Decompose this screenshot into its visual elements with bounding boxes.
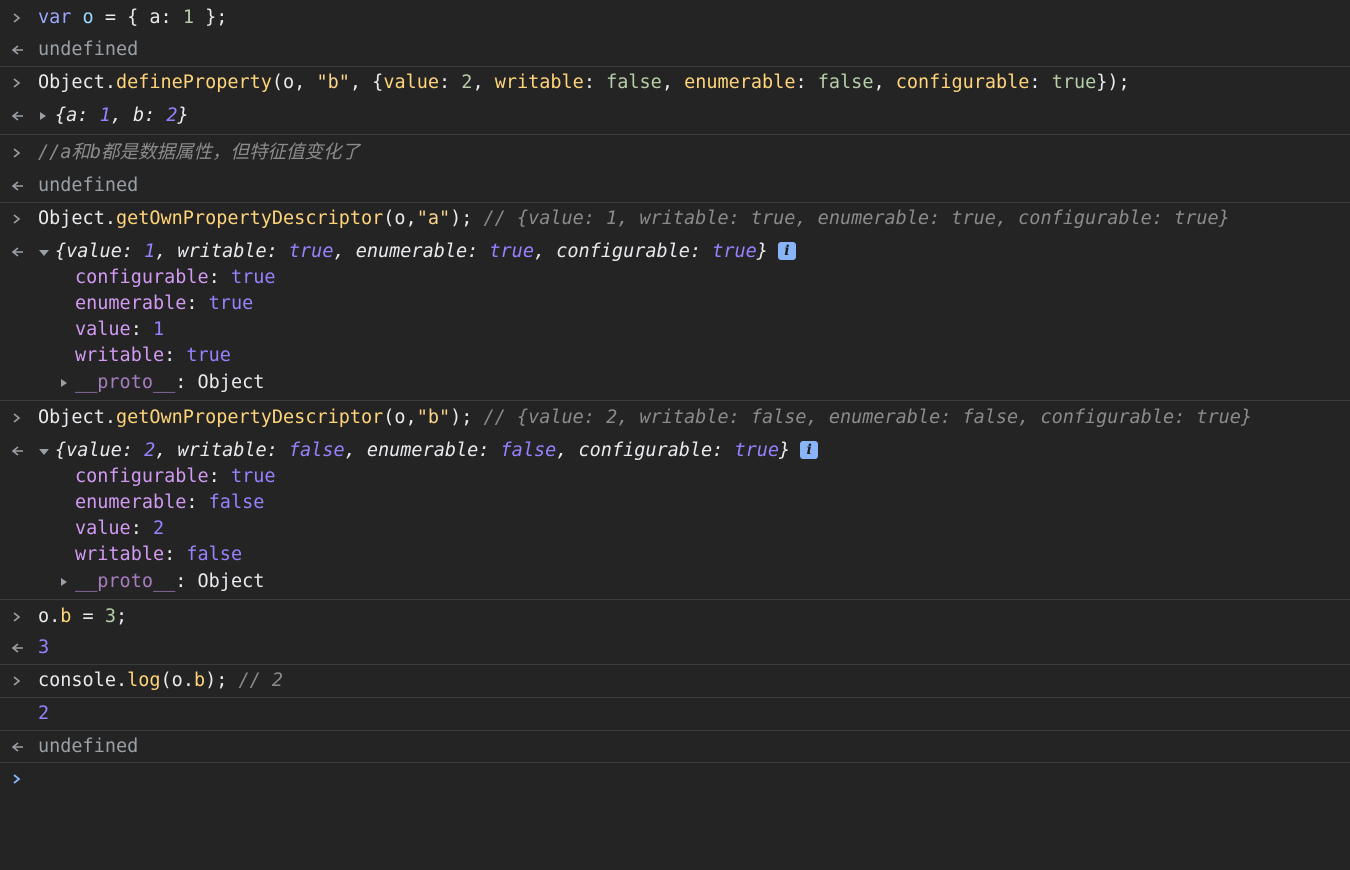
console-input-field[interactable] — [38, 766, 1328, 792]
triangle-right-icon[interactable] — [59, 378, 69, 388]
output-value: 3 — [38, 637, 50, 658]
row-separator — [0, 697, 1350, 698]
devtools-console: var o = { a: 1 }; undefined Object.defin… — [0, 0, 1350, 800]
return-arrow-icon — [11, 111, 23, 121]
property-entry: configurable: true — [75, 466, 276, 487]
row-separator — [0, 599, 1350, 600]
property-entry: value: 2 — [75, 518, 165, 539]
triangle-down-icon[interactable] — [38, 447, 50, 457]
input-code: console.log(o.b); // 2 — [38, 670, 284, 691]
chevron-right-icon — [13, 148, 21, 158]
row-separator — [0, 400, 1350, 401]
comment-text: //a和b都是数据属性，但特征值变化了 — [38, 142, 361, 163]
output-value: undefined — [38, 736, 139, 757]
chevron-right-icon — [13, 78, 21, 88]
object-preview: {value: 2, writable: false, enumerable: … — [55, 438, 819, 464]
return-arrow-icon — [11, 742, 23, 752]
triangle-right-icon[interactable] — [38, 111, 48, 121]
property-entry: configurable: true — [75, 267, 276, 288]
return-arrow-icon — [11, 181, 23, 191]
chevron-right-icon — [13, 612, 21, 622]
input-code: Object.getOwnPropertyDescriptor(o,"b"); … — [38, 407, 1253, 428]
object-preview: {a: 1, b: 2} — [55, 105, 189, 126]
return-arrow-icon — [11, 643, 23, 653]
info-icon[interactable]: i — [800, 441, 819, 459]
chevron-right-icon — [13, 13, 21, 23]
row-separator — [0, 730, 1350, 731]
row-separator — [0, 66, 1350, 67]
output-value: undefined — [38, 175, 139, 196]
property-entry: writable: false — [75, 544, 243, 565]
property-entry: enumerable: false — [75, 492, 265, 513]
chevron-right-icon — [13, 214, 21, 224]
input-code: Object.defineProperty(o, "b", {value: 2,… — [38, 72, 1130, 93]
return-arrow-icon — [11, 247, 23, 257]
log-value: 2 — [38, 703, 50, 724]
row-separator — [0, 134, 1350, 135]
info-icon[interactable]: i — [777, 242, 796, 260]
object-preview: {value: 1, writable: true, enumerable: t… — [55, 239, 796, 265]
chevron-right-icon — [13, 413, 21, 423]
proto-entry: __proto__: Object — [75, 372, 265, 393]
input-code: Object.getOwnPropertyDescriptor(o,"a"); … — [38, 208, 1230, 229]
row-separator — [0, 202, 1350, 203]
row-separator — [0, 664, 1350, 665]
console-prompt[interactable] — [0, 766, 1350, 870]
input-code: var o = { a: 1 }; — [38, 7, 228, 28]
input-code: o.b = 3; — [38, 606, 128, 627]
property-entry: enumerable: true — [75, 293, 254, 314]
proto-entry: __proto__: Object — [75, 571, 265, 592]
return-arrow-icon — [11, 446, 23, 456]
output-value: undefined — [38, 39, 139, 60]
prompt-chevron-icon — [13, 774, 21, 784]
row-separator — [0, 762, 1350, 763]
triangle-down-icon[interactable] — [38, 248, 50, 258]
return-arrow-icon — [11, 45, 23, 55]
triangle-right-icon[interactable] — [59, 577, 69, 587]
chevron-right-icon — [13, 676, 21, 686]
property-entry: writable: true — [75, 345, 231, 366]
property-entry: value: 1 — [75, 319, 165, 340]
